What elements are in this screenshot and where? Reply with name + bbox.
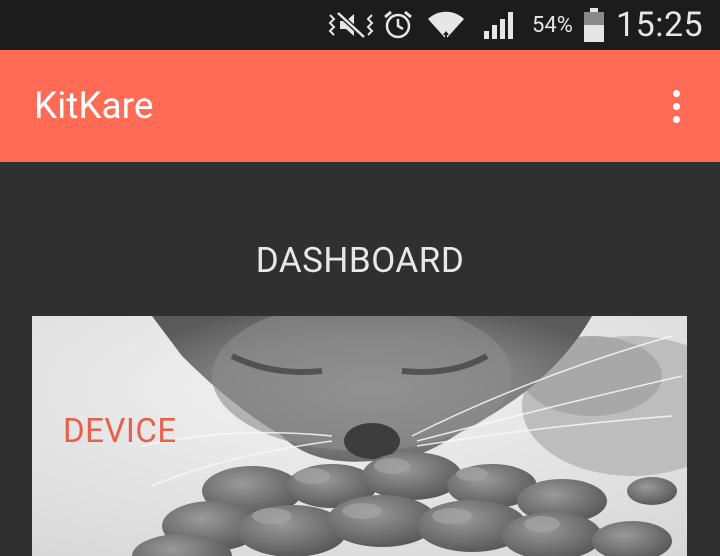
more-vert-icon[interactable] — [660, 80, 692, 132]
device-card-label: DEVICE — [63, 412, 177, 451]
alarm-icon — [382, 0, 414, 50]
wifi-icon — [426, 0, 466, 50]
battery-percent: 54% — [532, 12, 573, 38]
vibrate-mute-icon — [326, 0, 376, 50]
main-content: DASHBOARD DEVICE — [0, 162, 720, 556]
menu-dot — [672, 89, 680, 97]
app-bar: KitKare — [0, 50, 720, 162]
app-title: KitKare — [34, 84, 154, 128]
page-title: DASHBOARD — [255, 240, 465, 281]
battery-icon — [582, 0, 606, 50]
menu-dot — [672, 102, 680, 110]
device-card[interactable]: DEVICE — [32, 316, 687, 556]
status-bar: 54% 15:25 — [0, 0, 720, 50]
menu-dot — [672, 115, 680, 123]
clock: 15:25 — [616, 5, 704, 45]
signal-icon — [482, 0, 518, 50]
